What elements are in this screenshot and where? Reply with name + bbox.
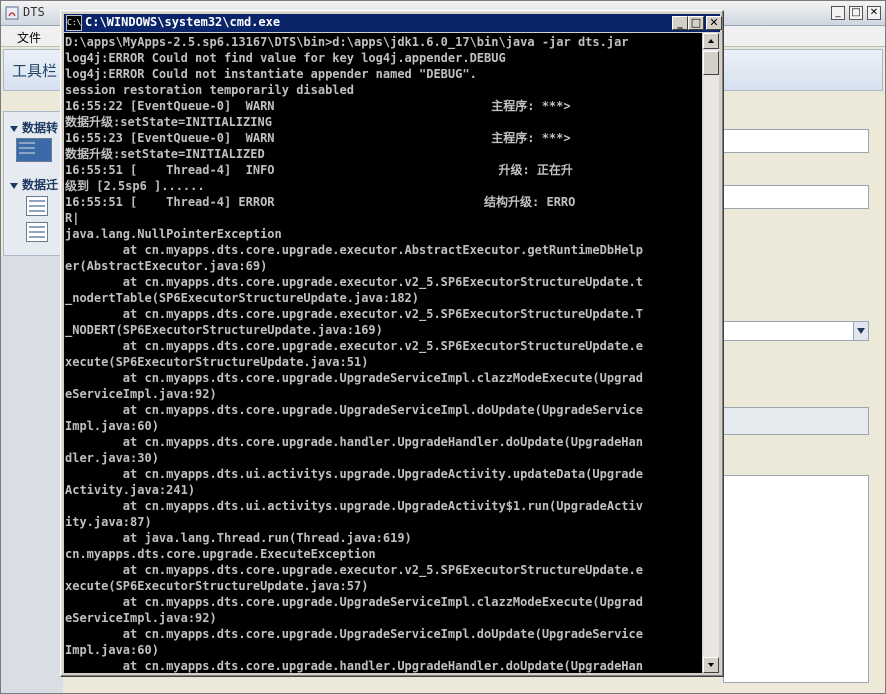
collapse-triangle-icon xyxy=(10,125,18,132)
console-line: Activity.java:241) xyxy=(65,483,196,497)
console-line: ity.java:87) xyxy=(65,515,152,529)
console-line: dler.java:30) xyxy=(65,451,159,465)
console-line: at cn.myapps.dts.core.upgrade.UpgradeSer… xyxy=(65,371,643,385)
console-line: 16:55:23 [EventQueue-0] WARN 主程序: ***> xyxy=(65,131,571,145)
dts-maximize-button[interactable]: □ xyxy=(849,6,863,20)
java-app-icon xyxy=(5,6,19,20)
dropdown-select[interactable] xyxy=(723,321,869,341)
console-line: at cn.myapps.dts.core.upgrade.executor.v… xyxy=(65,275,643,289)
text-field[interactable] xyxy=(723,185,869,209)
console-line: 级到 [2.5sp6 ]...... xyxy=(65,179,205,193)
console-line: at cn.myapps.dts.ui.activitys.upgrade.Up… xyxy=(65,499,643,513)
console-line: 16:55:51 [ Thread-4] INFO 升级: 正在升 xyxy=(65,163,573,177)
collapse-triangle-icon xyxy=(10,182,18,189)
vertical-scrollbar[interactable] xyxy=(703,33,719,673)
sidebar-section-data-migration[interactable]: 数据迁 xyxy=(10,176,58,193)
cmd-window-title: C:\WINDOWS\system32\cmd.exe xyxy=(85,15,281,29)
menu-file[interactable]: 文件 xyxy=(17,29,41,46)
cmd-close-button[interactable]: ✕ xyxy=(706,16,722,30)
console-line: at cn.myapps.dts.core.upgrade.handler.Up… xyxy=(65,435,643,449)
console-lines: D:\apps\MyApps-2.5.sp6.13167\DTS\bin>d:\… xyxy=(65,34,702,673)
console-line: D:\apps\MyApps-2.5.sp6.13167\DTS\bin>d:\… xyxy=(65,35,629,49)
scroll-down-arrow-icon[interactable] xyxy=(703,657,719,673)
action-button[interactable] xyxy=(723,407,869,435)
console-line: at cn.myapps.dts.core.upgrade.executor.A… xyxy=(65,243,643,257)
console-line: at cn.myapps.dts.core.upgrade.executor.v… xyxy=(65,307,643,321)
console-line: log4j:ERROR Could not instantiate append… xyxy=(65,67,477,81)
console-output[interactable]: D:\apps\MyApps-2.5.sp6.13167\DTS\bin>d:\… xyxy=(64,33,702,673)
console-line: Impl.java:60) xyxy=(65,643,159,657)
cmd-maximize-button[interactable]: □ xyxy=(688,16,704,30)
console-line: at cn.myapps.dts.ui.activitys.upgrade.Up… xyxy=(65,467,643,481)
dts-sidebar: 数据转 数据迁 xyxy=(3,111,63,256)
dts-left-panel xyxy=(1,256,63,693)
console-line: session restoration temporarily disabled xyxy=(65,83,354,97)
console-line: 16:55:51 [ Thread-4] ERROR 结构升级: ERRO xyxy=(65,195,576,209)
console-line: _NODERT(SP6ExecutorStructureUpdate.java:… xyxy=(65,323,383,337)
console-line: at cn.myapps.dts.core.upgrade.UpgradeSer… xyxy=(65,627,643,641)
console-line: 数据升级:setState=INITIALIZED xyxy=(65,147,265,161)
console-line: xecute(SP6ExecutorStructureUpdate.java:5… xyxy=(65,355,369,369)
sidebar-section-data-conversion[interactable]: 数据转 xyxy=(10,119,58,136)
console-line: at cn.myapps.dts.core.upgrade.handler.Up… xyxy=(65,659,643,673)
chevron-down-icon[interactable] xyxy=(853,322,868,340)
console-line: eServiceImpl.java:92) xyxy=(65,387,217,401)
console-line: Impl.java:60) xyxy=(65,419,159,433)
cmd-minimize-button[interactable]: _ xyxy=(672,16,688,30)
scroll-up-arrow-icon[interactable] xyxy=(703,33,719,49)
console-line: at cn.myapps.dts.core.upgrade.UpgradeSer… xyxy=(65,595,643,609)
console-line: cn.myapps.dts.core.upgrade.ExecuteExcept… xyxy=(65,547,376,561)
scrollbar-thumb[interactable] xyxy=(703,51,719,75)
console-line: at cn.myapps.dts.core.upgrade.UpgradeSer… xyxy=(65,403,643,417)
log-text-area[interactable] xyxy=(723,475,869,683)
console-line: log4j:ERROR Could not find value for key… xyxy=(65,51,506,65)
dts-minimize-button[interactable]: _ xyxy=(831,6,845,20)
table-icon[interactable] xyxy=(26,222,48,242)
console-line: R| xyxy=(65,211,80,225)
console-line: eServiceImpl.java:92) xyxy=(65,611,217,625)
console-line: _nodertTable(SP6ExecutorStructureUpdate.… xyxy=(65,291,420,305)
console-line: java.lang.NullPointerException xyxy=(65,227,282,241)
console-line: er(AbstractExecutor.java:69) xyxy=(65,259,268,273)
dts-window-title: DTS xyxy=(23,5,45,19)
console-line: at cn.myapps.dts.core.upgrade.executor.v… xyxy=(65,563,643,577)
cmd-titlebar[interactable]: C:\ C:\WINDOWS\system32\cmd.exe _ □ ✕ xyxy=(64,14,722,32)
cmd-window: C:\ C:\WINDOWS\system32\cmd.exe _ □ ✕ D:… xyxy=(60,10,724,677)
text-field[interactable] xyxy=(723,129,869,153)
console-line: 数据升级:setState=INITIALIZING xyxy=(65,115,272,129)
table-icon[interactable] xyxy=(26,196,48,216)
dts-close-button[interactable]: ✕ xyxy=(867,6,881,20)
console-line: 16:55:22 [EventQueue-0] WARN 主程序: ***> xyxy=(65,99,571,113)
console-line: xecute(SP6ExecutorStructureUpdate.java:5… xyxy=(65,579,369,593)
table-icon[interactable] xyxy=(16,138,52,162)
console-line: at cn.myapps.dts.core.upgrade.executor.v… xyxy=(65,339,643,353)
console-line: at java.lang.Thread.run(Thread.java:619) xyxy=(65,531,412,545)
toolbar-label: 工具栏 xyxy=(12,62,58,80)
console-icon: C:\ xyxy=(66,15,82,31)
